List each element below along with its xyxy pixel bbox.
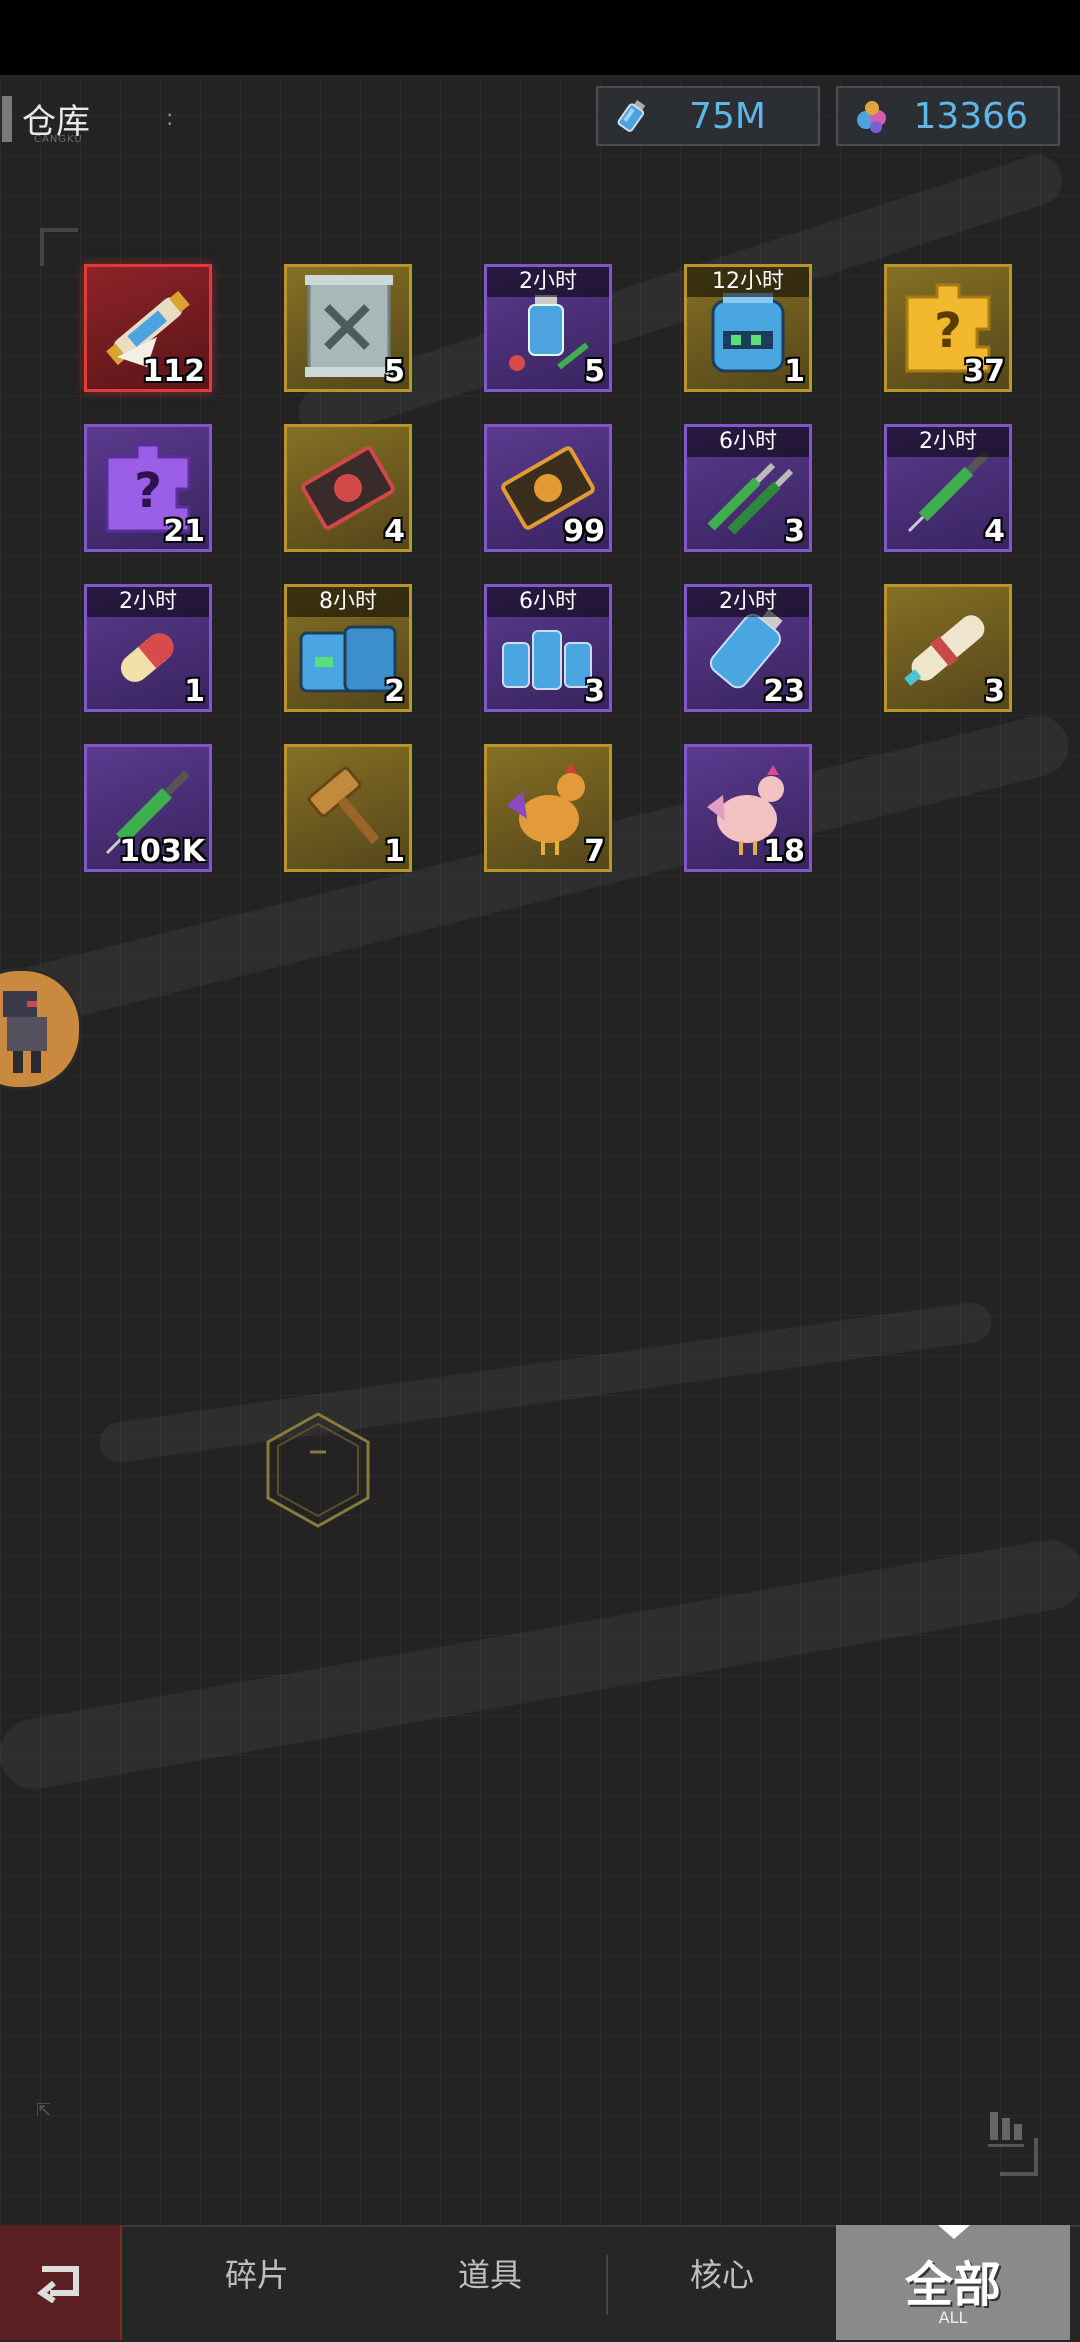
item-timer: 8小时 bbox=[287, 587, 409, 617]
item-quantity: 5 bbox=[584, 354, 605, 389]
tab-props[interactable]: 道具 bbox=[410, 2250, 570, 2296]
item-quantity: 1 bbox=[184, 674, 205, 709]
inventory-slot[interactable]: 1 bbox=[284, 744, 412, 872]
inventory-slot[interactable]: 2小时 1 bbox=[84, 584, 212, 712]
item-quantity: 7 bbox=[584, 834, 605, 869]
separator-dots: : bbox=[166, 106, 174, 131]
item-quantity: 99 bbox=[563, 514, 605, 549]
item-quantity: 23 bbox=[763, 674, 805, 709]
frame-corner bbox=[1000, 2138, 1038, 2176]
item-quantity: 4 bbox=[384, 514, 405, 549]
back-button[interactable] bbox=[0, 2225, 122, 2340]
item-quantity: 18 bbox=[763, 834, 805, 869]
page-subtitle: CANGKU bbox=[34, 134, 83, 145]
inventory-slot[interactable]: 6小时 3 bbox=[684, 424, 812, 552]
inventory-slot[interactable]: 12小时 1 bbox=[684, 264, 812, 392]
item-quantity: 4 bbox=[984, 514, 1005, 549]
inventory-slot[interactable]: 2小时 4 bbox=[884, 424, 1012, 552]
item-quantity: 21 bbox=[163, 514, 205, 549]
item-timer: 2小时 bbox=[87, 587, 209, 617]
inventory-slot[interactable]: ? 21 bbox=[84, 424, 212, 552]
inventory-slot[interactable]: 2小时 5 bbox=[484, 264, 612, 392]
inventory-slot[interactable]: 112 bbox=[84, 264, 212, 392]
inventory-slot[interactable]: 18 bbox=[684, 744, 812, 872]
item-quantity: 2 bbox=[384, 674, 405, 709]
inventory-slot[interactable]: 5 bbox=[284, 264, 412, 392]
svg-text:?: ? bbox=[934, 303, 962, 359]
currency-gems[interactable]: 13366 bbox=[836, 86, 1060, 146]
item-quantity: 3 bbox=[984, 674, 1005, 709]
currency-potion[interactable]: 75M bbox=[596, 86, 820, 146]
inventory-slot[interactable]: 7 bbox=[484, 744, 612, 872]
item-quantity: 112 bbox=[142, 354, 205, 389]
gem-cluster-icon bbox=[857, 101, 886, 133]
inventory-slot[interactable]: 4 bbox=[284, 424, 412, 552]
blue-potion-icon bbox=[617, 100, 646, 132]
frame-corner bbox=[40, 228, 78, 266]
item-quantity: 37 bbox=[963, 354, 1005, 389]
tab-all[interactable]: 全部 ALL bbox=[836, 2225, 1070, 2340]
inventory-slot[interactable]: ? 37 bbox=[884, 264, 1012, 392]
item-quantity: 1 bbox=[784, 354, 805, 389]
item-quantity: 1 bbox=[384, 834, 405, 869]
inventory-slot[interactable]: 3 bbox=[884, 584, 1012, 712]
item-timer: 2小时 bbox=[487, 267, 609, 297]
tab-core[interactable]: 核心 bbox=[642, 2250, 802, 2296]
back-arrow-icon bbox=[36, 2266, 79, 2303]
item-timer: 6小时 bbox=[687, 427, 809, 457]
item-timer: 6小时 bbox=[487, 587, 609, 617]
hexagon-marker-icon bbox=[266, 1412, 370, 1528]
item-timer: 12小时 bbox=[687, 267, 809, 297]
item-timer: 2小时 bbox=[687, 587, 809, 617]
inventory-background bbox=[0, 75, 1080, 2225]
inventory-slot[interactable]: 8小时 2 bbox=[284, 584, 412, 712]
item-quantity: 103K bbox=[119, 834, 205, 869]
tab-all-sublabel: ALL bbox=[938, 2308, 968, 2327]
currency-potion-value: 75M bbox=[689, 96, 766, 137]
inventory-slot[interactable]: 99 bbox=[484, 424, 612, 552]
expand-arrow-icon: ⇱ bbox=[36, 2100, 52, 2121]
tab-fragments[interactable]: 碎片 bbox=[177, 2250, 337, 2296]
inventory-slot[interactable]: 6小时 3 bbox=[484, 584, 612, 712]
svg-text:?: ? bbox=[134, 463, 162, 519]
item-quantity: 3 bbox=[784, 514, 805, 549]
character-portrait-icon bbox=[3, 991, 47, 1073]
inventory-slot[interactable]: 2小时 23 bbox=[684, 584, 812, 712]
item-quantity: 3 bbox=[584, 674, 605, 709]
tab-all-label: 全部 bbox=[904, 2257, 1001, 2313]
currency-gems-value: 13366 bbox=[913, 96, 1028, 137]
status-bar bbox=[0, 0, 1080, 75]
title-accent-bar bbox=[2, 96, 12, 142]
inventory-slot[interactable]: 103K bbox=[84, 744, 212, 872]
item-timer: 2小时 bbox=[887, 427, 1009, 457]
tab-divider bbox=[606, 2255, 608, 2315]
active-tab-pointer bbox=[938, 2225, 970, 2239]
item-quantity: 5 bbox=[384, 354, 405, 389]
